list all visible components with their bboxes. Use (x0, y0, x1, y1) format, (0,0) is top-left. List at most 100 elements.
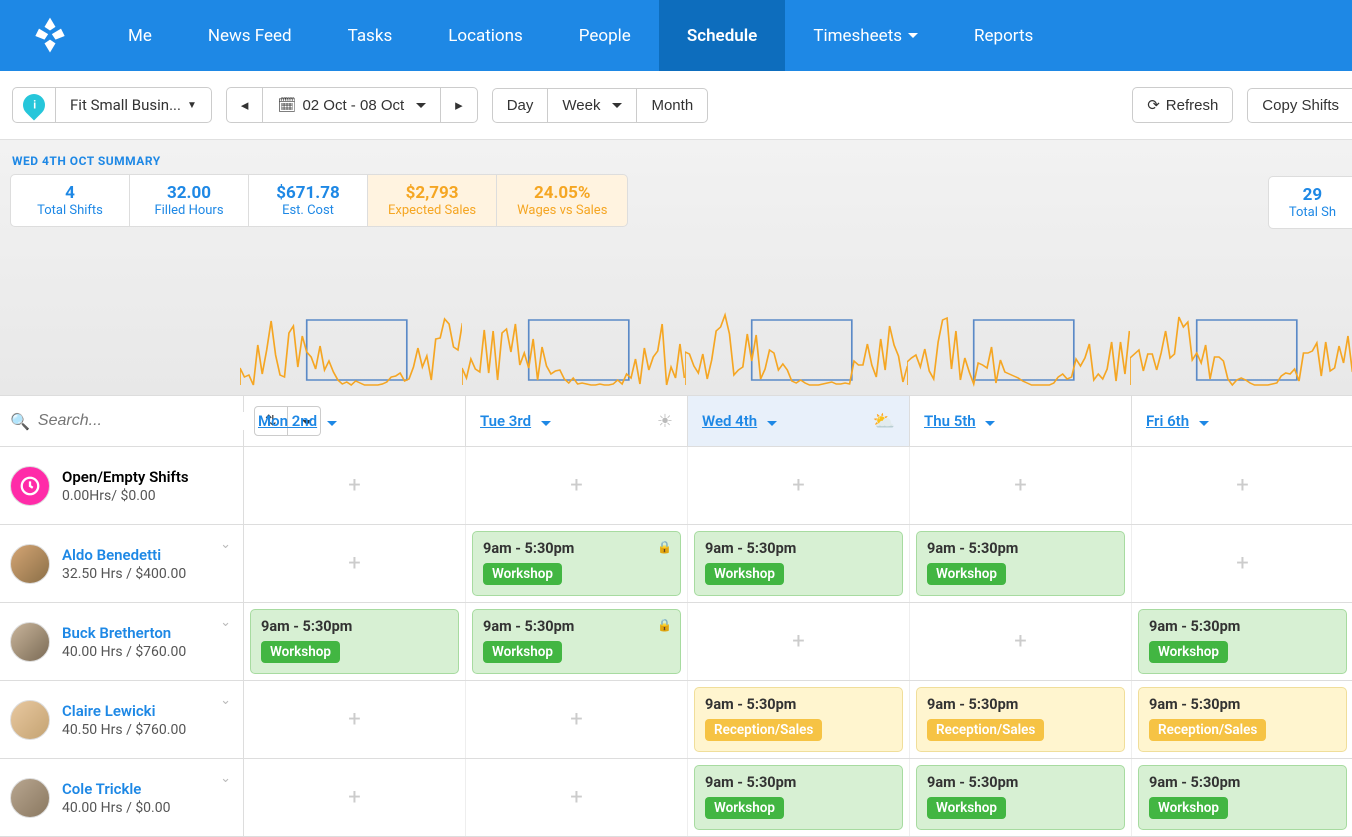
schedule-cell[interactable]: 9am - 5:30pmWorkshop (1132, 759, 1352, 836)
schedule-cell[interactable]: + (1132, 447, 1352, 524)
schedule-cell[interactable]: + (244, 447, 466, 524)
add-shift-button[interactable]: + (1236, 551, 1248, 576)
add-shift-button[interactable]: + (1014, 473, 1026, 498)
nav-me[interactable]: Me (100, 0, 180, 71)
schedule-cell[interactable]: 9am - 5:30pmWorkshop (910, 525, 1132, 602)
add-shift-button[interactable]: + (1236, 473, 1248, 498)
schedule-cell[interactable]: 9am - 5:30pmWorkshop (688, 525, 910, 602)
schedule-cell[interactable]: + (244, 681, 466, 758)
schedule-cell[interactable]: 9am - 5:30pmWorkshop (910, 759, 1132, 836)
chevron-down-icon[interactable]: ⌄ (220, 615, 231, 630)
shift-card[interactable]: 9am - 5:30pmWorkshop (916, 531, 1125, 596)
employee-cell[interactable]: Buck Bretherton40.00 Hrs / $760.00⌄ (0, 603, 244, 680)
schedule-cell[interactable]: + (466, 447, 688, 524)
schedule-cell[interactable]: 9am - 5:30pmWorkshop (1132, 603, 1352, 680)
add-shift-button[interactable]: + (348, 473, 360, 498)
location-pin-icon: i (12, 87, 56, 123)
date-range-button[interactable]: 🗓02 Oct - 08 Oct (262, 87, 441, 123)
schedule-cell[interactable]: + (244, 759, 466, 836)
shift-card[interactable]: 9am - 5:30pmWorkshop (1138, 609, 1347, 674)
schedule-cell[interactable]: 9am - 5:30pmReception/Sales (688, 681, 910, 758)
day-header-fri[interactable]: Fri 6th (1132, 396, 1352, 446)
chevron-down-icon[interactable]: ⌄ (220, 537, 231, 552)
shift-area-tag: Reception/Sales (705, 719, 822, 741)
nav-people[interactable]: People (551, 0, 659, 71)
schedule-cell[interactable]: + (1132, 525, 1352, 602)
refresh-icon: ⟳ (1147, 96, 1160, 114)
nav-tasks[interactable]: Tasks (320, 0, 421, 71)
logo[interactable] (0, 14, 100, 58)
schedule-cell[interactable]: 🔒9am - 5:30pmWorkshop (466, 525, 688, 602)
add-shift-button[interactable]: + (570, 785, 582, 810)
chevron-down-icon[interactable]: ⌄ (220, 771, 231, 786)
shift-card[interactable]: 9am - 5:30pmWorkshop (1138, 765, 1347, 830)
shift-card[interactable]: 9am - 5:30pmWorkshop (916, 765, 1125, 830)
shift-area-tag: Workshop (927, 797, 1006, 819)
add-shift-button[interactable]: + (570, 473, 582, 498)
day-header-thu[interactable]: Thu 5th (910, 396, 1132, 446)
schedule-cell[interactable]: 9am - 5:30pmWorkshop (688, 759, 910, 836)
add-shift-button[interactable]: + (792, 629, 804, 654)
schedule-cell[interactable]: + (466, 759, 688, 836)
employee-stats: 32.50 Hrs / $400.00 (62, 566, 186, 582)
prev-week-button[interactable]: ◂ (226, 87, 264, 123)
avatar (10, 700, 50, 740)
add-shift-button[interactable]: + (348, 707, 360, 732)
employee-cell[interactable]: Aldo Benedetti32.50 Hrs / $400.00⌄ (0, 525, 244, 602)
search-input[interactable] (38, 412, 246, 430)
add-shift-button[interactable]: + (570, 707, 582, 732)
schedule-cell[interactable]: 🔒9am - 5:30pmWorkshop (466, 603, 688, 680)
add-shift-button[interactable]: + (348, 785, 360, 810)
add-shift-button[interactable]: + (1014, 629, 1026, 654)
employee-cell[interactable]: Open/Empty Shifts0.00Hrs/ $0.00 (0, 447, 244, 524)
shift-card[interactable]: 9am - 5:30pmReception/Sales (1138, 687, 1347, 752)
nav-news-feed[interactable]: News Feed (180, 0, 320, 71)
shift-card[interactable]: 🔒9am - 5:30pmWorkshop (472, 609, 681, 674)
caret-down-icon (1199, 421, 1209, 426)
cloud-icon: ⛅ (873, 411, 895, 432)
shift-card[interactable]: 9am - 5:30pmReception/Sales (694, 687, 903, 752)
add-shift-button[interactable]: + (792, 473, 804, 498)
shift-card[interactable]: 9am - 5:30pmWorkshop (694, 765, 903, 830)
schedule-cell[interactable]: + (910, 447, 1132, 524)
view-day-button[interactable]: Day (492, 88, 549, 123)
day-header-wed[interactable]: Wed 4th ⛅ (688, 396, 910, 446)
day-link[interactable]: Fri 6th (1146, 412, 1189, 430)
shift-card[interactable]: 9am - 5:30pmReception/Sales (916, 687, 1125, 752)
day-header-mon[interactable]: Mon 2nd (244, 396, 466, 446)
shift-card[interactable]: 9am - 5:30pmWorkshop (694, 531, 903, 596)
day-link[interactable]: Thu 5th (924, 412, 976, 430)
schedule-cell[interactable]: + (910, 603, 1132, 680)
refresh-button[interactable]: ⟳Refresh (1132, 87, 1233, 123)
view-month-button[interactable]: Month (636, 88, 708, 123)
location-selector[interactable]: i Fit Small Busin...▼ (12, 87, 212, 123)
schedule-cell[interactable]: + (466, 681, 688, 758)
employee-cell[interactable]: Claire Lewicki40.50 Hrs / $760.00⌄ (0, 681, 244, 758)
nav-reports[interactable]: Reports (946, 0, 1061, 71)
shift-area-tag: Reception/Sales (1149, 719, 1266, 741)
caret-down-icon (908, 33, 918, 38)
employee-cell[interactable]: Cole Trickle40.00 Hrs / $0.00⌄ (0, 759, 244, 836)
nav-locations[interactable]: Locations (420, 0, 551, 71)
nav-schedule[interactable]: Schedule (659, 0, 786, 71)
chevron-down-icon[interactable]: ⌄ (220, 693, 231, 708)
schedule-cell[interactable]: + (244, 525, 466, 602)
nav-timesheets[interactable]: Timesheets (785, 0, 946, 71)
day-link[interactable]: Tue 3rd (480, 412, 531, 430)
schedule-cell[interactable]: + (688, 447, 910, 524)
caret-down-icon (985, 421, 995, 426)
shift-card[interactable]: 🔒9am - 5:30pmWorkshop (472, 531, 681, 596)
next-week-button[interactable]: ▸ (440, 87, 478, 123)
schedule-cell[interactable]: + (688, 603, 910, 680)
day-link[interactable]: Wed 4th (702, 412, 757, 430)
day-link[interactable]: Mon 2nd (258, 412, 317, 430)
open-shifts-icon (10, 466, 50, 506)
schedule-cell[interactable]: 9am - 5:30pmReception/Sales (1132, 681, 1352, 758)
shift-card[interactable]: 9am - 5:30pmWorkshop (250, 609, 459, 674)
schedule-cell[interactable]: 9am - 5:30pmReception/Sales (910, 681, 1132, 758)
day-header-tue[interactable]: Tue 3rd ☀ (466, 396, 688, 446)
view-week-button[interactable]: Week (547, 88, 637, 123)
schedule-cell[interactable]: 9am - 5:30pmWorkshop (244, 603, 466, 680)
add-shift-button[interactable]: + (348, 551, 360, 576)
copy-shifts-button[interactable]: Copy Shifts (1247, 88, 1352, 123)
